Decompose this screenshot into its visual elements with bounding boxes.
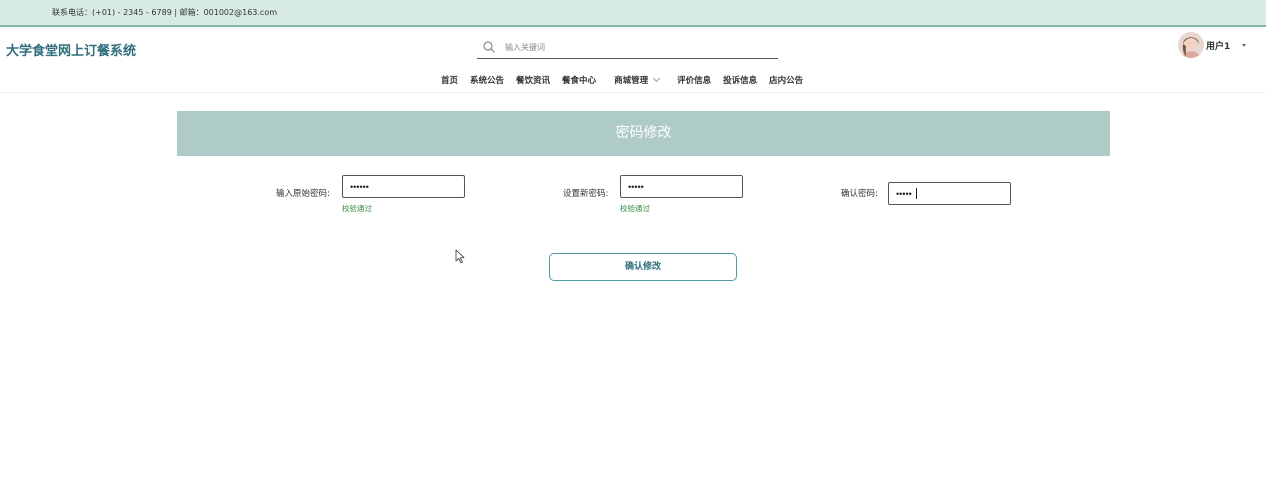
- nav-item-reviews[interactable]: 评价信息: [677, 74, 711, 86]
- main-nav: 首页 系统公告 餐饮资讯 餐食中心 商城管理 评价信息 投诉信息 店内公告: [441, 72, 815, 88]
- mouse-pointer-icon: [455, 249, 465, 264]
- nav-item-store-notice[interactable]: 店内公告: [769, 74, 803, 86]
- nav-item-label: 首页: [441, 76, 459, 86]
- caret-down-icon: [1242, 43, 1247, 47]
- contact-info: 联系电话：(+01) - 2345 - 6789 | 邮箱：001002@163…: [52, 8, 278, 17]
- username: 用户1: [1206, 41, 1231, 52]
- old-password-hint: 校验通过: [342, 204, 372, 213]
- confirm-change-button[interactable]: 确认修改: [549, 253, 737, 281]
- nav-item-label: 投诉信息: [723, 76, 758, 86]
- nav-item-mall-management[interactable]: 商城管理: [614, 74, 661, 86]
- avatar[interactable]: [1178, 32, 1204, 58]
- nav-item-dining-news[interactable]: 餐饮资讯: [516, 74, 550, 86]
- new-password-hint: 校验通过: [620, 204, 650, 213]
- new-password-input[interactable]: [620, 175, 743, 198]
- page-title: 密码修改: [177, 111, 1110, 156]
- search-bar: [477, 37, 778, 59]
- nav-item-label: 系统公告: [470, 76, 505, 86]
- user-menu[interactable]: 用户1: [1178, 31, 1247, 59]
- nav-item-label: 评价信息: [677, 76, 712, 86]
- confirm-password-label: 确认密码:: [841, 189, 878, 199]
- chevron-down-icon: [653, 74, 661, 83]
- old-password-label: 输入原始密码:: [276, 189, 330, 199]
- confirm-password-input[interactable]: [888, 182, 1011, 205]
- text-cursor: [916, 188, 917, 199]
- new-password-label: 设置新密码:: [563, 189, 609, 199]
- nav-item-label: 餐食中心: [562, 76, 597, 86]
- search-icon[interactable]: [482, 40, 496, 54]
- nav-item-complaints[interactable]: 投诉信息: [723, 74, 757, 86]
- site-header: 大学食堂网上订餐系统 首页 系统公告 餐饮资讯 餐食中心 商城管理 评价信息 投…: [0, 27, 1266, 93]
- nav-item-system-notice[interactable]: 系统公告: [470, 74, 504, 86]
- contact-bar: 联系电话：(+01) - 2345 - 6789 | 邮箱：001002@163…: [0, 0, 1266, 27]
- nav-item-label: 店内公告: [769, 76, 804, 86]
- nav-item-meal-center[interactable]: 餐食中心: [562, 74, 596, 86]
- nav-item-label: 餐饮资讯: [516, 76, 551, 86]
- nav-item-home[interactable]: 首页: [441, 74, 458, 86]
- site-logo[interactable]: 大学食堂网上订餐系统: [6, 40, 136, 59]
- search-input[interactable]: [505, 40, 765, 55]
- old-password-input[interactable]: [342, 175, 465, 198]
- nav-item-label: 商城管理: [614, 76, 649, 86]
